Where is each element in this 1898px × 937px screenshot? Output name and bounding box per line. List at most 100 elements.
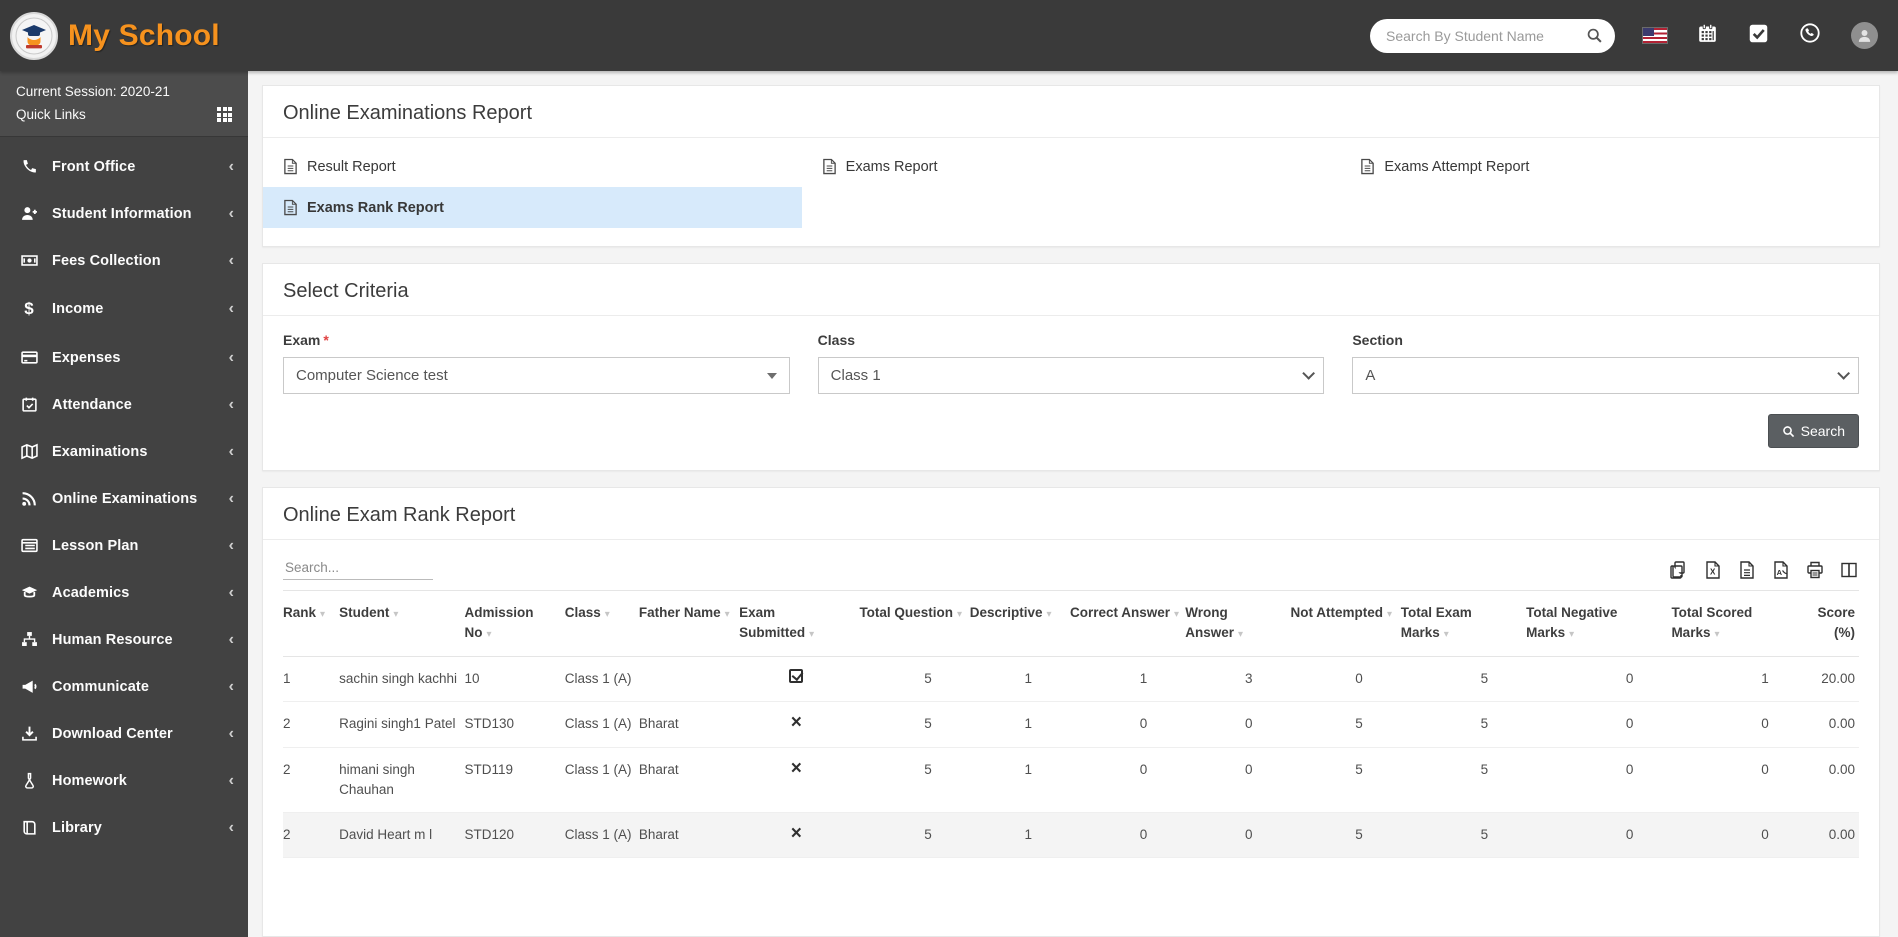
cell-total-scored-marks: 1: [1671, 656, 1807, 703]
dollar-icon: $: [24, 299, 34, 318]
search-icon[interactable]: [1586, 27, 1603, 44]
exam-select[interactable]: Computer Science test: [283, 357, 790, 394]
cell-class: Class 1 (A): [564, 656, 639, 703]
cell-exam-submitted: ×: [739, 812, 860, 859]
user-avatar[interactable]: [1851, 22, 1878, 49]
cell-student: David Heart m l: [339, 812, 465, 859]
student-search-input[interactable]: [1386, 27, 1586, 44]
column-label: Rank: [283, 605, 317, 620]
table-row[interactable]: 1 sachin singh kachhi 10 Class 1 (A) 5 1 1 3 0 5 0…: [283, 656, 1859, 703]
chevron-left-icon: ‹: [228, 489, 234, 507]
column-header-score[interactable]: Score (%): [1806, 590, 1859, 658]
column-label: Exam Submitted: [739, 605, 806, 640]
cell-admission-no: 10: [464, 656, 565, 703]
sidebar-item-expenses[interactable]: Expenses ‹: [0, 334, 248, 381]
cell-total-scored-marks: 0: [1671, 701, 1807, 748]
cell-student: himani singh Chauhan: [339, 747, 465, 814]
sidebar-item-income[interactable]: $ Income ‹: [0, 284, 248, 334]
column-header-not-attempted[interactable]: Not Attempted ▾: [1290, 590, 1401, 658]
sort-caret-icon: ▾: [724, 609, 730, 620]
column-header-rank[interactable]: Rank ▾: [283, 590, 340, 658]
dropdown-triangle-icon: [766, 372, 777, 379]
calendar-icon[interactable]: [1697, 23, 1718, 49]
sort-caret-icon: ▾: [604, 609, 610, 620]
sidebar-item-communicate[interactable]: Communicate ‹: [0, 663, 248, 710]
section-select[interactable]: A: [1352, 357, 1859, 394]
cell-admission-no: STD119: [464, 747, 565, 814]
export-csv-button[interactable]: [1737, 560, 1757, 580]
sidebar-item-online-examinations[interactable]: Online Examinations ‹: [0, 475, 248, 522]
rss-icon: [20, 490, 38, 507]
criteria-card: Select Criteria Exam * Computer Science te…: [262, 263, 1880, 471]
field-class: Class Class 1: [817, 332, 1325, 394]
column-label: Total Question: [859, 605, 953, 620]
cell-score: 0.00: [1806, 812, 1859, 859]
sidebar-item-homework[interactable]: Homework ‹: [0, 757, 248, 804]
sidebar-item-human-resource[interactable]: Human Resource ‹: [0, 616, 248, 663]
sidebar-item-attendance[interactable]: Attendance ‹: [0, 381, 248, 428]
column-header-class[interactable]: Class ▾: [564, 590, 639, 658]
column-header-total-question[interactable]: Total Question ▾: [859, 590, 970, 658]
whatsapp-icon[interactable]: [1799, 22, 1821, 49]
column-label: Wrong Answer: [1185, 605, 1235, 640]
table-search-input[interactable]: [283, 556, 433, 580]
table-row[interactable]: 2 David Heart m l STD120 Class 1 (A) Bharat ×…: [283, 812, 1859, 859]
column-header-total-scored-marks[interactable]: Total Scored Marks ▾: [1671, 590, 1807, 658]
export-copy-button[interactable]: [1669, 560, 1689, 580]
sidebar-item-front-office[interactable]: Front Office ‹: [0, 143, 248, 190]
column-label: Father Name: [638, 605, 721, 620]
export-toolbar: XA: [1669, 560, 1859, 580]
column-header-father-name[interactable]: Father Name ▾: [638, 590, 740, 658]
sidebar-item-download-center[interactable]: Download Center ‹: [0, 710, 248, 757]
sidebar-item-examinations[interactable]: Examinations ‹: [0, 428, 248, 475]
table-row[interactable]: 2 Ragini singh1 Patel STD130 Class 1 (A) Bha…: [283, 701, 1859, 748]
criteria-heading: Select Criteria: [263, 264, 1879, 316]
quick-links-grid-icon[interactable]: [217, 107, 232, 122]
report-link-exams-rank-report[interactable]: Exams Rank Report: [263, 187, 802, 228]
cell-class: Class 1 (A): [564, 812, 639, 859]
x-mark-icon: ×: [790, 712, 802, 734]
cell-correct-answer: 1: [1069, 656, 1186, 703]
report-link-label: Result Report: [307, 158, 396, 175]
export-columns-button[interactable]: [1839, 560, 1859, 580]
sidebar-item-academics[interactable]: Academics ‹: [0, 569, 248, 616]
column-header-student[interactable]: Student ▾: [339, 590, 465, 658]
search-icon: [1782, 425, 1794, 437]
column-header-descriptive[interactable]: Descriptive ▾: [969, 590, 1070, 658]
export-pdf-button[interactable]: A: [1771, 560, 1791, 580]
export-excel-button[interactable]: X: [1703, 560, 1723, 580]
rank-report-card: Online Exam Rank Report XA Rank▾Student▾…: [262, 487, 1880, 937]
sidebar-item-fees-collection[interactable]: Fees Collection ‹: [0, 237, 248, 284]
tasks-check-square-icon[interactable]: [1748, 23, 1769, 49]
column-label: Total Exam Marks: [1400, 605, 1472, 640]
search-button[interactable]: Search: [1767, 414, 1859, 448]
column-label: Correct Answer: [1069, 605, 1170, 620]
sidebar-item-lesson-plan[interactable]: Lesson Plan ‹: [0, 522, 248, 569]
column-label: Not Attempted: [1290, 605, 1384, 620]
column-header-admission-no[interactable]: Admission No ▾: [464, 590, 565, 658]
export-print-button[interactable]: [1805, 560, 1825, 580]
school-logo[interactable]: [10, 11, 58, 60]
language-flag-icon[interactable]: [1643, 28, 1667, 43]
cell-exam-submitted: [739, 656, 860, 703]
chevron-left-icon: ‹: [228, 677, 234, 695]
report-link-result-report[interactable]: Result Report: [263, 146, 802, 187]
column-header-total-negative-marks[interactable]: Total Negative Marks ▾: [1526, 590, 1672, 658]
report-link-exams-attempt-report[interactable]: Exams Attempt Report: [1340, 146, 1879, 187]
table-row[interactable]: 2 himani singh Chauhan STD119 Class 1 (A) Bh…: [283, 747, 1859, 814]
sidebar-item-label: Student Information: [52, 205, 192, 222]
column-header-total-exam-marks[interactable]: Total Exam Marks ▾: [1400, 590, 1527, 658]
column-header-correct-answer[interactable]: Correct Answer ▾: [1069, 590, 1186, 658]
column-header-wrong-answer[interactable]: Wrong Answer ▾: [1185, 590, 1291, 658]
report-link-label: Exams Report: [845, 158, 938, 175]
report-link-exams-report[interactable]: Exams Report: [802, 146, 1341, 187]
sidebar-item-library[interactable]: Library ‹: [0, 804, 248, 851]
chevron-left-icon: ‹: [228, 157, 234, 175]
sidebar-item-label: Expenses: [52, 349, 121, 366]
x-mark-icon: ×: [790, 757, 802, 779]
logo-graphic: [15, 17, 53, 54]
column-header-exam-submitted[interactable]: Exam Submitted ▾: [739, 590, 860, 658]
sidebar-item-student-information[interactable]: Student Information ‹: [0, 190, 248, 237]
chevron-left-icon: ‹: [228, 771, 234, 789]
class-select[interactable]: Class 1: [817, 357, 1325, 394]
